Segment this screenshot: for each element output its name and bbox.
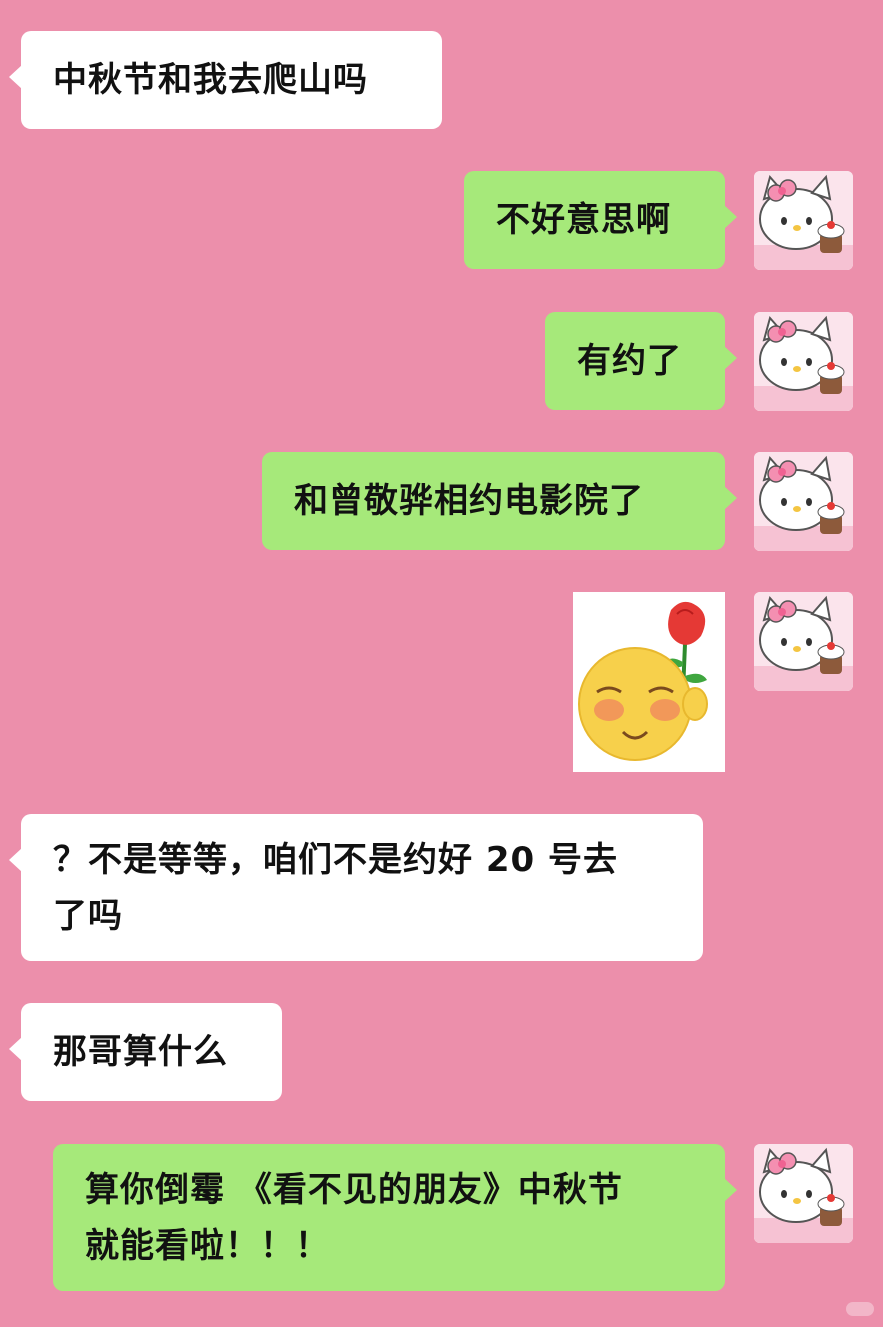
incoming-message-bubble[interactable]: ？不是等等，咱们不是约好 20 号去 了吗 <box>9 814 703 961</box>
message-text-line: 就能看啦！！！ <box>85 1226 330 1266</box>
outgoing-message-bubble[interactable]: 有约了 <box>545 312 737 410</box>
incoming-message-bubble[interactable]: 中秋节和我去爬山吗 <box>9 31 442 129</box>
message-text: 中秋节和我去爬山吗 <box>53 60 368 100</box>
hello-kitty-icon <box>754 1144 853 1243</box>
hello-kitty-icon <box>754 171 853 270</box>
avatar[interactable] <box>754 452 853 551</box>
message-text: 那哥算什么 <box>53 1032 228 1072</box>
blushing-emoji-with-rose-icon <box>573 592 725 772</box>
avatar[interactable] <box>754 171 853 270</box>
outgoing-message-bubble[interactable]: 不好意思啊 <box>464 171 737 269</box>
avatar[interactable] <box>754 1144 853 1243</box>
message-text: 和曾敬骅相约电影院了 <box>294 481 644 521</box>
avatar[interactable] <box>754 312 853 411</box>
hello-kitty-icon <box>754 592 853 691</box>
message-text: 不好意思啊 <box>496 200 671 240</box>
incoming-message-bubble[interactable]: 那哥算什么 <box>9 1003 282 1101</box>
outgoing-message-bubble[interactable]: 和曾敬骅相约电影院了 <box>262 452 737 550</box>
hello-kitty-icon <box>754 312 853 411</box>
outgoing-message-bubble[interactable]: 算你倒霉 《看不见的朋友》中秋节 就能看啦！！！ <box>53 1144 737 1291</box>
sticker-message[interactable] <box>573 592 725 772</box>
message-text: 有约了 <box>577 341 682 381</box>
message-text-line: ？不是等等，咱们不是约好 20 号去 <box>53 840 618 880</box>
message-text-line: 算你倒霉 《看不见的朋友》中秋节 <box>85 1170 623 1210</box>
message-text-line: 了吗 <box>53 896 123 936</box>
hello-kitty-icon <box>754 452 853 551</box>
avatar[interactable] <box>754 592 853 691</box>
watermark-badge <box>846 1302 874 1316</box>
